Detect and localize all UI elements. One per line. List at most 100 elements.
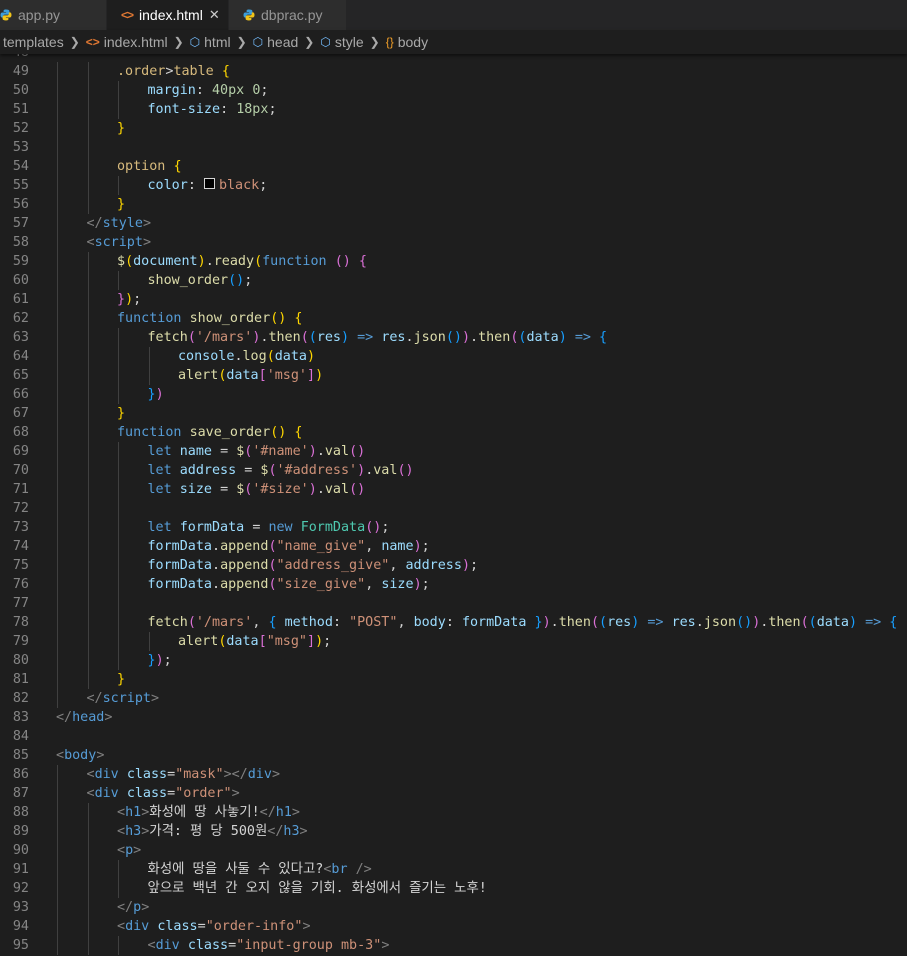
code-line[interactable]: 91 화성에 땅을 사둘 수 있다고?<br /> [0,860,907,879]
code-line[interactable]: 89 <h3>가격: 평 당 500원</h3> [0,822,907,841]
indent-guide [87,271,89,290]
code-line[interactable]: 50 margin: 40px 0; [0,81,907,100]
code-line[interactable]: 57 </style> [0,214,907,233]
indent-guide [57,176,58,195]
code-text: <div class="order-info"> [117,919,311,934]
code-line[interactable]: 74 formData.append("name_give", name); [0,537,907,556]
code-line[interactable]: 77 [0,594,907,613]
code-line[interactable]: 83 </head> [0,708,907,727]
code-line[interactable]: 61}); [0,290,907,309]
breadcrumb-item-templates[interactable]: templates [3,34,64,50]
code-line[interactable]: 54 option { [0,157,907,176]
line-number: 75 [12,558,29,573]
indent-guide [87,100,89,119]
code-line[interactable]: 48 [0,54,907,62]
code-line[interactable]: 92 앞으로 백년 간 오지 않을 기회. 화성에서 즐기는 노후! [0,879,907,898]
code-line[interactable]: 88 <h1>화성에 땅 사놓기!</h1> [0,803,907,822]
line-number: 89 [12,824,29,839]
code-line[interactable]: 72 [0,499,907,518]
indent-guide [87,917,89,936]
indent-guide [87,936,89,955]
code-line[interactable]: 71 let size = $('#size').val() [0,480,907,499]
indent-guide [87,651,89,670]
indent-guide [57,309,58,328]
breadcrumb-item-style[interactable]: style [335,34,364,50]
code-line[interactable]: 52} [0,119,907,138]
line-number: 62 [12,311,29,326]
code-line[interactable]: 76 formData.append("size_give", size); [0,575,907,594]
code-text: fetch('/mars', { method: "POST", body: f… [147,615,898,630]
line-number: 84 [12,729,29,744]
indent-guide [57,347,58,366]
code-line[interactable]: 79 alert(data["msg"]); [0,632,907,651]
code-line[interactable]: 78 fetch('/mars', { method: "POST", body:… [0,613,907,632]
tab-app-py[interactable]: app.py [0,0,107,30]
code-text: let size = $('#size').val() [147,482,366,497]
indent-guide [87,138,89,157]
code-line[interactable]: 55 color: black; [0,176,907,195]
indent-guide [57,499,58,518]
code-text: <script> [86,235,152,250]
indent-guide [57,290,58,309]
code-line[interactable]: 65 alert(data['msg']) [0,366,907,385]
code-line[interactable]: 87 <div class="order"> [0,784,907,803]
code-line[interactable]: 69 let name = $('#name').val() [0,442,907,461]
code-text: <p> [117,843,142,858]
code-line[interactable]: 85 <body> [0,746,907,765]
indent-guide [57,765,58,784]
code-line[interactable]: 90 <p> [0,841,907,860]
code-line[interactable]: 67} [0,404,907,423]
code-line[interactable]: 84 [0,727,907,746]
indent-guide [57,157,58,176]
line-number: 61 [12,292,29,307]
code-line[interactable]: 64 console.log(data) [0,347,907,366]
code-line[interactable]: 95 <div class="input-group mb-3"> [0,936,907,955]
code-line[interactable]: 63 fetch('/mars').then((res) => res.json(… [0,328,907,347]
line-number: 52 [12,121,29,136]
code-line[interactable]: 58 <script> [0,233,907,252]
code-line[interactable]: 59 $(document).ready(function () { [0,252,907,271]
indent-guide [87,442,89,461]
code-line[interactable]: 53 [0,138,907,157]
indent-guide [87,480,89,499]
indent-guide [57,480,58,499]
code-text: <h3>가격: 평 당 500원</h3> [117,824,308,839]
code-line[interactable]: 82 </script> [0,689,907,708]
code-line[interactable]: 51 font-size: 18px; [0,100,907,119]
indent-guide [57,575,58,594]
code-text: </p> [117,900,150,915]
code-line[interactable]: 94 <div class="order-info"> [0,917,907,936]
code-line[interactable]: 56} [0,195,907,214]
breadcrumb-item-file[interactable]: index.html [104,34,168,50]
indent-guide [87,841,89,860]
code-line[interactable]: 86 <div class="mask"></div> [0,765,907,784]
tab-index-html[interactable]: <> index.html ✕ [107,0,229,30]
indent-guide [87,423,89,442]
code-line[interactable]: 80}); [0,651,907,670]
code-line[interactable]: 81} [0,670,907,689]
code-line[interactable]: 49 .order>table { [0,62,907,81]
indent-guide [118,271,119,290]
indent-guide [87,176,89,195]
breadcrumb-item-html[interactable]: html [204,34,230,50]
code-line[interactable]: 68 function save_order() { [0,423,907,442]
line-number: 81 [12,672,29,687]
code-line[interactable]: 62 function show_order() { [0,309,907,328]
close-icon[interactable]: ✕ [209,7,220,23]
indent-guide [118,176,119,195]
code-editor[interactable]: 48 49 .order>table {50 margin: 40px 0; 51 fon… [0,54,907,956]
code-line[interactable]: 66}) [0,385,907,404]
indent-guide [57,404,58,423]
breadcrumb-item-body[interactable]: body [398,34,428,50]
code-line[interactable]: 75 formData.append("address_give", addres… [0,556,907,575]
code-line[interactable]: 70 let address = $('#address').val() [0,461,907,480]
code-line[interactable]: 73 let formData = new FormData(); [0,518,907,537]
code-line[interactable]: 93 </p> [0,898,907,917]
line-number: 54 [12,159,29,174]
code-text: formData.append("size_give", size); [147,577,430,592]
indent-guide [57,670,58,689]
tab-dbprac-py[interactable]: dbprac.py [229,0,347,30]
code-line[interactable]: 60 show_order(); [0,271,907,290]
breadcrumb-item-head[interactable]: head [267,34,298,50]
indent-guide [87,81,89,100]
